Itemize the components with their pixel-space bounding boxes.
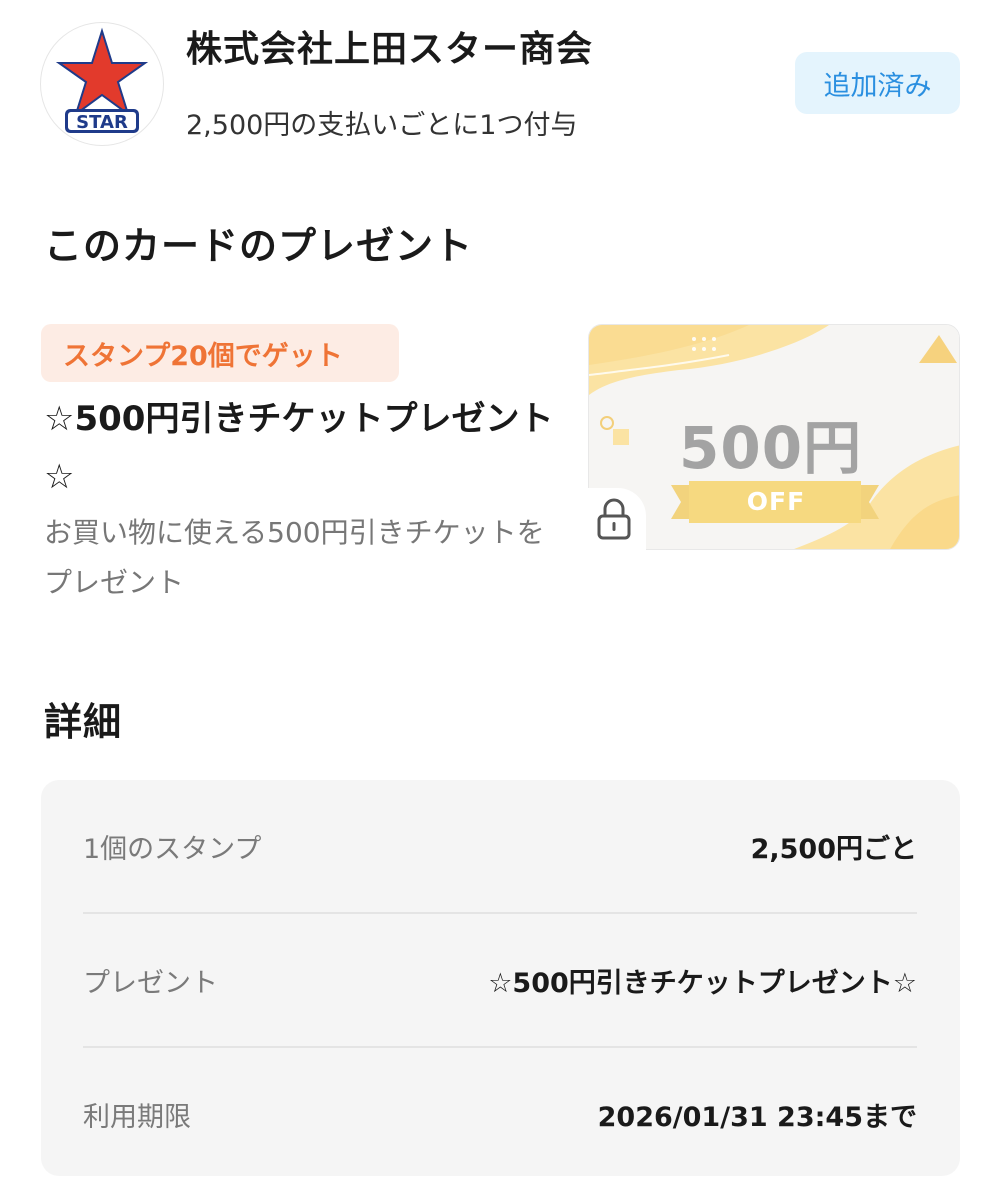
shop-name: 株式会社上田スター商会 bbox=[186, 29, 594, 70]
detail-value: 2,500円ごと bbox=[750, 833, 917, 865]
shop-logo: STAR bbox=[40, 22, 164, 146]
star-icon bbox=[55, 27, 149, 117]
details-section-title: 詳細 bbox=[44, 700, 123, 744]
stamp-rule: 2,500円の支払いごとに1つ付与 bbox=[186, 110, 578, 141]
added-button[interactable]: 追加済み bbox=[795, 52, 960, 114]
coupon-off-label: OFF bbox=[746, 487, 806, 516]
detail-label: 1個のスタンプ bbox=[83, 833, 262, 865]
reward-description: お買い物に使える500円引きチケットをプレゼント bbox=[44, 516, 545, 599]
logo-text: STAR bbox=[76, 112, 128, 133]
coupon-amount: 500円 bbox=[679, 414, 863, 482]
detail-value: 2026/01/31 23:45まで bbox=[597, 1101, 917, 1133]
lock-icon bbox=[588, 488, 646, 550]
detail-row-present: プレゼント ☆500円引きチケットプレゼント☆ bbox=[83, 912, 917, 1046]
detail-label: 利用期限 bbox=[83, 1101, 191, 1133]
detail-row-stamp: 1個のスタンプ 2,500円ごと bbox=[83, 780, 917, 912]
present-section-title: このカードのプレゼント bbox=[44, 224, 474, 268]
stamp-requirement-badge: スタンプ20個でゲット bbox=[41, 324, 399, 382]
detail-value: ☆500円引きチケットプレゼント☆ bbox=[488, 967, 917, 999]
details-card: 1個のスタンプ 2,500円ごと プレゼント ☆500円引きチケットプレゼント☆… bbox=[41, 780, 960, 1176]
detail-label: プレゼント bbox=[83, 967, 218, 999]
detail-row-expiry: 利用期限 2026/01/31 23:45まで bbox=[83, 1046, 917, 1180]
reward-title: ☆500円引きチケットプレゼント☆ bbox=[44, 399, 554, 497]
